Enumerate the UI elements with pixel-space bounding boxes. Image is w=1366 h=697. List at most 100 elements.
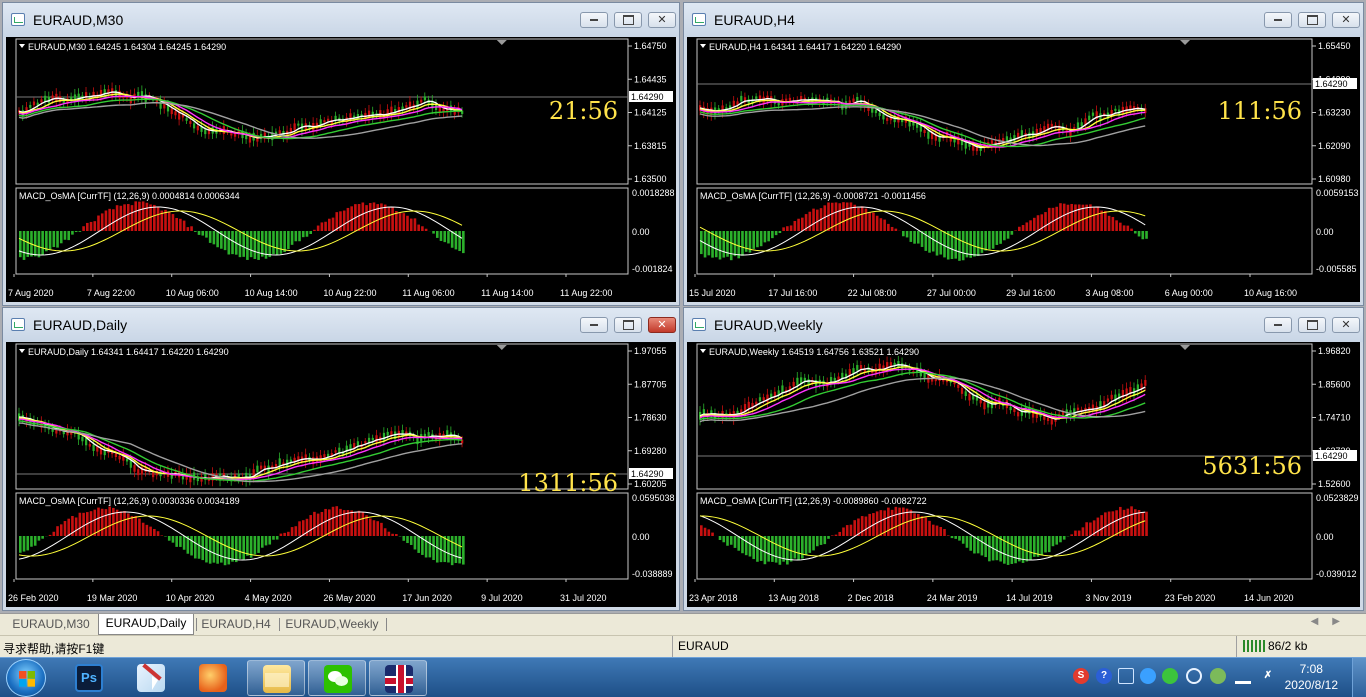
bluetooth-icon[interactable] [1140, 668, 1156, 684]
histogram-bar [838, 203, 842, 231]
price-axis-label: 1.65450 [1318, 41, 1351, 51]
maximize-button[interactable] [614, 317, 642, 333]
signal-strength-icon[interactable] [1235, 668, 1251, 684]
candle-body [114, 453, 118, 458]
histogram-bar [902, 231, 905, 237]
maximize-button[interactable] [614, 12, 642, 28]
taskbar-app-explorer[interactable] [247, 660, 305, 696]
chart-window-daily[interactable]: EURAUD,Daily EURAUD,Daily 1.64341 1.64417… [2, 307, 680, 611]
safety-guard-icon[interactable] [1210, 668, 1226, 684]
price-axis-label: 1.97055 [634, 346, 667, 356]
candle-body [278, 458, 281, 467]
tab-euraud-weekly[interactable]: EURAUD,Weekly [281, 615, 383, 635]
oscillator-axis-label: 0.0059153 [1316, 188, 1359, 198]
price-axis-label: 1.87705 [634, 379, 667, 389]
candle-body [364, 441, 367, 444]
maximize-button[interactable] [1298, 317, 1326, 333]
histogram-bar [123, 511, 126, 536]
histogram-bar [804, 536, 808, 556]
price-chart-svg[interactable]: EURAUD,H4 1.64341 1.64417 1.64220 1.6429… [687, 37, 1360, 304]
volume-muted-icon[interactable]: ✗ [1260, 668, 1276, 684]
sogou-input-icon[interactable]: S [1073, 668, 1089, 684]
moving-average-line [18, 95, 463, 139]
histogram-bar [980, 536, 984, 556]
histogram-bar [853, 520, 857, 536]
maximize-button[interactable] [1298, 12, 1326, 28]
histogram-bar [458, 231, 461, 252]
show-desktop-button[interactable] [1352, 658, 1366, 697]
taskbar-app-wechat[interactable] [308, 660, 366, 696]
chart-window-h4[interactable]: EURAUD,H4 EURAUD,H4 1.64341 1.64417 1.642… [683, 2, 1364, 306]
time-axis-label: 27 Jul 00:00 [927, 288, 976, 298]
chart-dropdown-icon[interactable] [19, 349, 25, 353]
histogram-bar [56, 231, 59, 248]
time-axis-label: 22 Jul 08:00 [848, 288, 897, 298]
histogram-bar [774, 231, 778, 236]
price-chart-svg[interactable]: EURAUD,M30 1.64245 1.64304 1.64245 1.642… [6, 37, 676, 304]
window-title-bar[interactable]: EURAUD,M30 [3, 3, 679, 37]
window-title-bar[interactable]: EURAUD,H4 [684, 3, 1363, 37]
close-button[interactable] [648, 12, 676, 28]
window-title-bar[interactable]: EURAUD,Weekly [684, 308, 1363, 342]
tab-euraud-h4[interactable]: EURAUD,H4 [198, 615, 274, 635]
chart-window-weekly[interactable]: EURAUD,Weekly EURAUD,Weekly 1.64519 1.647… [683, 307, 1364, 611]
help-icon[interactable]: ? [1096, 668, 1112, 684]
histogram-bar [1122, 225, 1126, 231]
status-connection: 86/2 kb [1236, 636, 1307, 657]
taskbar-app-metatrader[interactable] [369, 660, 427, 696]
candle-body [40, 99, 43, 103]
minimize-button[interactable] [1264, 12, 1292, 28]
chart-canvas[interactable]: EURAUD,Daily 1.64341 1.64417 1.64220 1.6… [6, 342, 676, 607]
start-button[interactable] [6, 659, 46, 697]
chart-dropdown-icon[interactable] [700, 349, 706, 353]
chart-canvas[interactable]: EURAUD,Weekly 1.64519 1.64756 1.63521 1.… [687, 342, 1360, 607]
tab-euraud-m30[interactable]: EURAUD,M30 [6, 615, 96, 635]
histogram-bar [141, 201, 145, 231]
histogram-bar [190, 226, 193, 231]
tab-euraud-daily[interactable]: EURAUD,Daily [98, 614, 194, 635]
candle-body [32, 101, 36, 106]
histogram-bar [789, 225, 793, 231]
time-axis-label: 15 Jul 2020 [689, 288, 736, 298]
price-chart-svg[interactable]: EURAUD,Weekly 1.64519 1.64756 1.63521 1.… [687, 342, 1360, 609]
taskbar-app-photoshop[interactable]: Ps [60, 660, 118, 696]
window-title-bar[interactable]: EURAUD,Daily [3, 308, 679, 342]
histogram-bar [958, 231, 961, 261]
system-clock[interactable]: 7:08 2020/8/12 [1285, 661, 1338, 693]
tab-scroll-arrows[interactable]: ◀▶ [1311, 616, 1354, 627]
histogram-bar [406, 215, 409, 231]
minimize-icon [1274, 13, 1282, 26]
histogram-bar [52, 231, 56, 248]
window-title: EURAUD,H4 [714, 12, 795, 28]
histogram-bar [1059, 536, 1062, 543]
minimize-button[interactable] [580, 12, 608, 28]
minimize-button[interactable] [580, 317, 608, 333]
histogram-bar [849, 202, 853, 231]
chart-dropdown-icon[interactable] [19, 44, 25, 48]
chart-window-m30[interactable]: EURAUD,M30 EURAUD,M30 1.64245 1.64304 1.6… [2, 2, 680, 306]
histogram-bar [387, 531, 391, 536]
histogram-bar [737, 536, 741, 551]
network-drive-icon[interactable] [1118, 668, 1134, 684]
security-shield-icon[interactable] [1186, 668, 1202, 684]
oscillator-axis-label: 0.00 [632, 227, 650, 237]
histogram-bar [961, 231, 965, 261]
close-button[interactable] [1332, 317, 1360, 333]
chart-canvas[interactable]: EURAUD,H4 1.64341 1.64417 1.64220 1.6429… [687, 37, 1360, 302]
histogram-bar [898, 507, 901, 536]
close-button[interactable] [648, 317, 676, 333]
shift-marker-icon [496, 345, 507, 350]
chart-canvas[interactable]: EURAUD,M30 1.64245 1.64304 1.64245 1.642… [6, 37, 676, 302]
histogram-bar [875, 215, 879, 231]
histogram-bar [793, 220, 797, 231]
wechat-tray-icon[interactable] [1162, 668, 1178, 684]
time-axis-label: 19 Mar 2020 [87, 593, 138, 603]
histogram-bar [387, 207, 391, 231]
chart-dropdown-icon[interactable] [700, 44, 706, 48]
price-chart-svg[interactable]: EURAUD,Daily 1.64341 1.64417 1.64220 1.6… [6, 342, 676, 609]
minimize-button[interactable] [1264, 317, 1292, 333]
candle-body [1110, 394, 1113, 400]
close-button[interactable] [1332, 12, 1360, 28]
taskbar-app-foxmail[interactable] [184, 660, 242, 696]
taskbar-app-paint[interactable] [122, 660, 180, 696]
